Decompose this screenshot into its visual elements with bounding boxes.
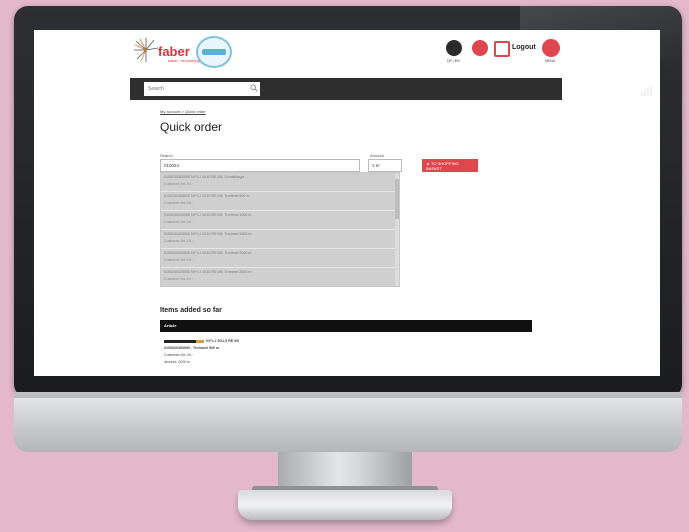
suggestion-name: 0100240405000 NYY-J 4X10 RE 0/6, Trommel… <box>164 194 250 198</box>
logo-text[interactable]: faber <box>158 44 190 59</box>
suggestion-scrollbar[interactable] <box>395 173 399 286</box>
suggestion-name: 0100240420000 NYY-J 4X10 RE 0/6, Trommel… <box>164 251 252 255</box>
items-table-header: Article <box>160 320 532 332</box>
suggestion-dropdown: 0100240400000 NYY-J 4X10 RE 0/6, Schnitt… <box>160 172 400 287</box>
bar-chart-icon[interactable] <box>640 86 652 96</box>
suggestion-customer: Customer Art.-Nr.: <box>164 182 193 186</box>
suggestion-customer: Customer Art.-Nr.: <box>164 239 193 243</box>
logout-icon[interactable] <box>494 41 510 57</box>
suggestion-item[interactable]: 0100240410000 NYY-J 4X10 RE 0/6, Trommel… <box>161 211 399 230</box>
search-bar <box>130 78 652 100</box>
suggestion-customer: Customer Art.-Nr.: <box>164 201 193 205</box>
cart-icon[interactable] <box>472 40 488 56</box>
suggestion-name: 0100240425000 NYY-J 4X10 RE 0/6, Trommel… <box>164 270 252 274</box>
suggestion-customer: Customer Art.-Nr.: <box>164 258 193 262</box>
certification-badge <box>196 36 232 68</box>
added-item-customer: Customer Art.-Nr.: <box>164 353 193 357</box>
amount-field[interactable] <box>368 159 402 172</box>
logout-link[interactable]: Logout <box>512 44 536 51</box>
suggestion-item[interactable]: 0100240400000 NYY-J 4X10 RE 0/6, Schnitt… <box>161 173 399 192</box>
suggestion-name: 0100240400000 NYY-J 4X10 RE 0/6, Schnitt… <box>164 175 245 179</box>
article-thumbnail-accent <box>196 340 204 343</box>
monitor-chin <box>14 392 682 452</box>
suggestion-item[interactable]: 0100240405000 NYY-J 4X10 RE 0/6, Trommel… <box>161 192 399 211</box>
starburst-logo-icon <box>134 38 159 62</box>
column-header-article: Article <box>164 323 177 328</box>
suggestion-name: 0100240415000 NYY-J 4X10 RE 0/6, Trommel… <box>164 232 252 236</box>
added-item-number: 0100020400000 , Trommel 500 m <box>164 346 220 350</box>
suggestion-item[interactable]: 0100240415000 NYY-J 4X10 RE 0/6, Trommel… <box>161 230 399 249</box>
suggestion-customer: Customer Art.-Nr.: <box>164 277 193 281</box>
suggestion-customer: Customer Art.-Nr.: <box>164 220 193 224</box>
screen: faber kabel · technology DE | EN Logout … <box>34 30 660 376</box>
menu-caption: MENU <box>545 59 556 63</box>
search-icon[interactable] <box>250 84 258 92</box>
amount-field-label: Amount <box>370 153 384 158</box>
search-field-label: Search <box>160 153 173 158</box>
language-globe-icon[interactable] <box>446 40 462 56</box>
add-to-basket-button[interactable]: ▲ TO SHOPPING BASKET <box>422 159 478 172</box>
certification-badge-band <box>202 49 226 55</box>
monitor-stand-foot <box>238 490 452 520</box>
article-thumbnail <box>164 340 200 343</box>
article-search-field[interactable] <box>160 159 360 172</box>
breadcrumb[interactable]: My account > Quick order <box>160 109 206 114</box>
suggestion-item[interactable]: 0100240420000 NYY-J 4X10 RE 0/6, Trommel… <box>161 249 399 268</box>
items-added-heading: Items added so far <box>160 307 222 314</box>
page-title: Quick order <box>160 120 223 134</box>
site-header: faber kabel · technology DE | EN Logout … <box>34 30 660 78</box>
menu-icon[interactable] <box>542 39 560 57</box>
suggestion-scrollbar-thumb[interactable] <box>395 179 399 219</box>
language-caption: DE | EN <box>447 59 460 63</box>
suggestion-name: 0100240410000 NYY-J 4X10 RE 0/6, Trommel… <box>164 213 252 217</box>
added-item-title[interactable]: NYY-J 5G1,5 RE 0/6 <box>206 339 239 343</box>
monitor-chin-shadow <box>14 392 682 398</box>
added-item-amount: Amount: 2000 m <box>164 360 191 364</box>
logo-subtitle: kabel · technology <box>168 58 201 63</box>
search-input[interactable] <box>144 82 260 96</box>
suggestion-item[interactable]: 0100240425000 NYY-J 4X10 RE 0/6, Trommel… <box>161 268 399 286</box>
